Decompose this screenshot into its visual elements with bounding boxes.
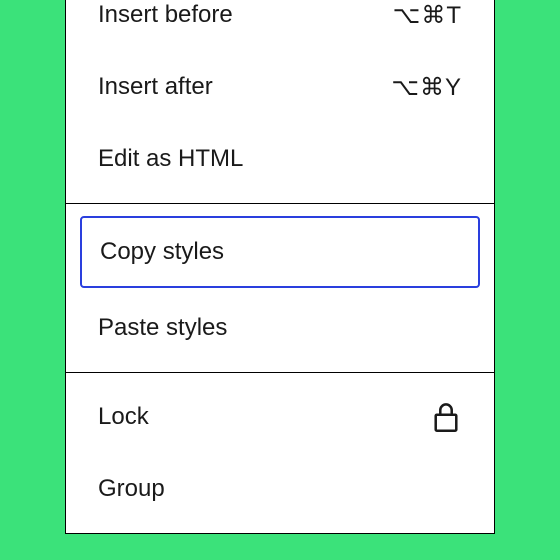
lock-icon bbox=[430, 401, 462, 433]
menu-item-label: Edit as HTML bbox=[98, 145, 243, 173]
menu-section-lock-group: Lock Group bbox=[66, 373, 494, 533]
menu-item-label: Copy styles bbox=[100, 238, 224, 266]
menu-item-label: Insert after bbox=[98, 73, 213, 101]
context-menu: Insert before ⌥⌘T Insert after ⌥⌘Y Edit … bbox=[65, 0, 495, 534]
menu-item-paste-styles[interactable]: Paste styles bbox=[66, 292, 494, 364]
menu-item-copy-styles[interactable]: Copy styles bbox=[80, 216, 480, 288]
menu-item-shortcut: ⌥⌘T bbox=[393, 1, 462, 30]
menu-item-insert-before[interactable]: Insert before ⌥⌘T bbox=[66, 0, 494, 51]
menu-item-lock[interactable]: Lock bbox=[66, 381, 494, 453]
menu-section-insert: Insert before ⌥⌘T Insert after ⌥⌘Y Edit … bbox=[66, 0, 494, 204]
menu-section-styles: Copy styles Paste styles bbox=[66, 204, 494, 373]
menu-item-label: Lock bbox=[98, 403, 149, 431]
menu-item-shortcut: ⌥⌘Y bbox=[391, 73, 462, 102]
menu-item-label: Insert before bbox=[98, 1, 233, 29]
menu-item-edit-as-html[interactable]: Edit as HTML bbox=[66, 123, 494, 195]
menu-item-group[interactable]: Group bbox=[66, 453, 494, 525]
menu-item-label: Paste styles bbox=[98, 314, 227, 342]
menu-item-insert-after[interactable]: Insert after ⌥⌘Y bbox=[66, 51, 494, 123]
menu-item-label: Group bbox=[98, 475, 165, 503]
